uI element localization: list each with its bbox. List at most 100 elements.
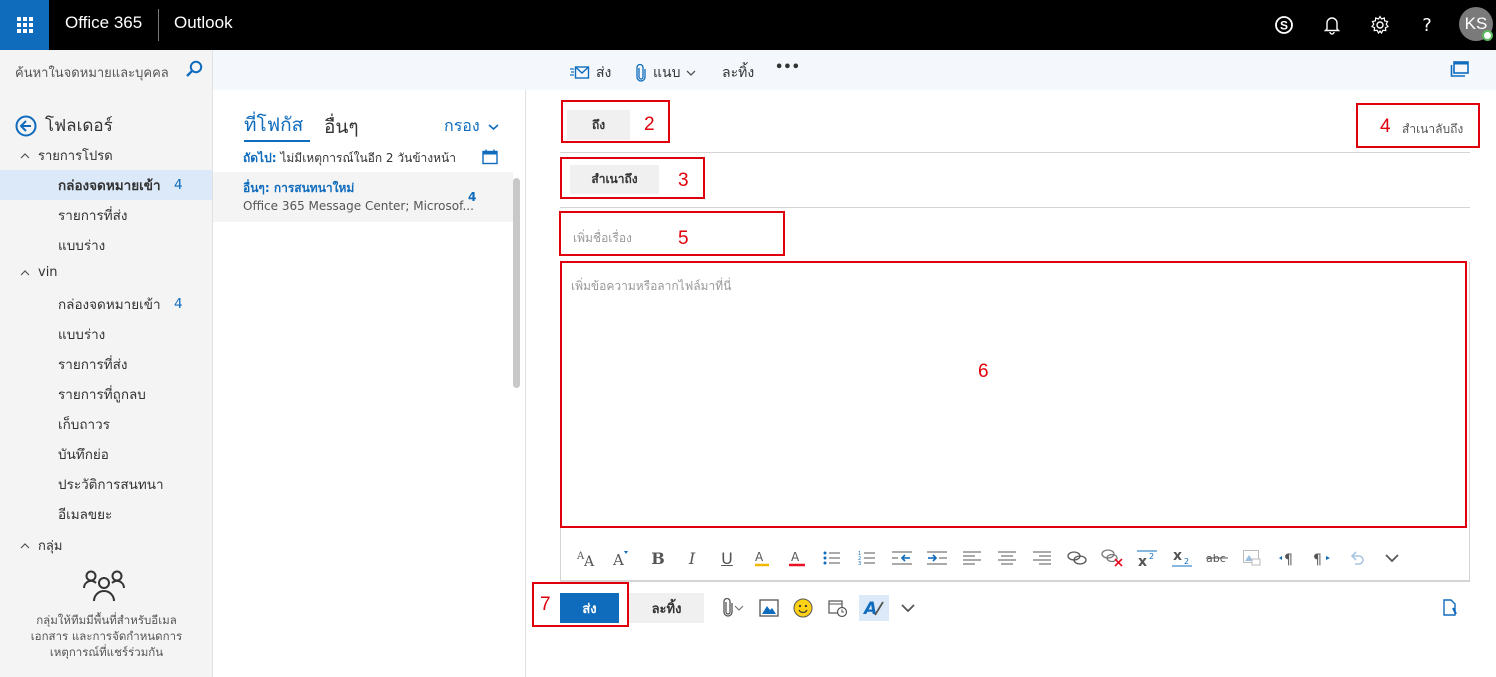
nav-item-drafts[interactable]: แบบร่าง [0,319,212,349]
nav-item-deleted[interactable]: รายการที่ถูกลบ [0,379,212,409]
nav-item-inbox[interactable]: กล่องจดหมายเข้า 4 [0,289,212,319]
paperclip-icon [636,64,646,82]
undo-icon[interactable] [1341,540,1373,576]
command-send-button[interactable]: ส่ง [570,62,611,84]
italic-icon[interactable]: I [676,540,708,576]
superscript-icon[interactable]: x2 [1131,540,1163,576]
divider [560,207,1470,208]
search-bar: ค้นหาในจดหมายและบุคคล [0,50,213,90]
svg-text:¶: ¶ [1313,552,1322,566]
nav-item-sent[interactable]: รายการที่ส่ง [0,349,212,379]
bold-icon[interactable]: B [642,540,674,576]
groups-desc-line: เอกสาร และการจัดกำหนดการ [30,629,183,643]
groups-desc-line: เหตุการณ์ที่แชร์ร่วมกัน [49,645,164,659]
font-grow-icon[interactable]: A [605,540,637,576]
discard-button[interactable]: ละทิ้ง [629,593,704,623]
attach-button[interactable] [716,595,750,621]
nav-item-favorites-drafts[interactable]: แบบร่าง [0,230,212,260]
unread-count: 4 [174,296,183,312]
bell-icon[interactable] [1319,12,1345,38]
help-icon[interactable]: ? [1414,12,1440,38]
schedule-calendar-icon[interactable] [827,595,849,621]
font-size-icon[interactable]: AA [571,540,603,576]
app-name[interactable]: Outlook [174,13,233,33]
message-count: 4 [468,190,477,204]
message-sender: Office 365 Message Center; Microsof... [243,199,474,213]
groups-label: กลุ่ม [38,539,63,554]
filter-dropdown[interactable]: กรอง [444,114,499,139]
more-options-chevron-icon[interactable] [898,595,918,621]
annotation-box-subject [559,211,785,256]
highlight-icon[interactable]: A [746,540,778,576]
emoji-icon[interactable] [792,595,814,621]
account-group-toggle[interactable]: vin [20,265,58,280]
svg-text:S: S [1280,19,1288,33]
message-list-item[interactable]: อื่นๆ: การสนทนาใหม่ Office 365 Message C… [213,172,513,222]
document-icon[interactable] [1440,595,1460,621]
indent-icon[interactable] [921,540,953,576]
presence-status-icon [1482,30,1493,41]
command-attach-button[interactable]: แนบ [635,62,696,84]
message-subject: อื่นๆ: การสนทนาใหม่ [243,181,355,195]
command-bar [213,50,1496,90]
nav-item-label: รายการที่ถูกลบ [58,387,146,403]
annotation-box-bcc [1356,103,1480,148]
favorites-group-toggle[interactable]: รายการโปรด [20,145,113,166]
more-actions-button[interactable]: ••• [775,60,800,75]
favorites-label: รายการโปรด [38,149,113,164]
unlink-icon[interactable] [1096,540,1128,576]
strikethrough-icon[interactable]: abc [1201,540,1233,576]
search-input[interactable]: ค้นหาในจดหมายและบุคคล [15,62,169,83]
insert-picture-icon[interactable] [758,595,780,621]
chevron-up-icon [20,542,30,548]
top-bar: Office 365 Outlook S ? KS [0,0,1496,50]
divider [560,152,1470,153]
bullets-icon[interactable] [816,540,848,576]
folders-back-button[interactable]: โฟลเดอร์ [15,112,113,139]
tab-focused[interactable]: ที่โฟกัส [244,110,303,140]
align-right-icon[interactable] [1026,540,1058,576]
skype-icon[interactable]: S [1271,12,1297,38]
chevron-down-icon [687,70,696,76]
nav-item-label: กล่องจดหมายเข้า [58,297,161,313]
chevron-up-icon [20,152,30,158]
subscript-icon[interactable]: x2 [1166,540,1198,576]
calendar-icon[interactable] [482,149,498,169]
nav-item-archive[interactable]: เก็บถาวร [0,409,212,439]
nav-item-junk[interactable]: อีเมลขยะ [0,499,212,529]
command-attach-label: แนบ [653,65,681,81]
gear-icon[interactable] [1367,12,1393,38]
popout-icon[interactable] [1450,60,1470,82]
search-icon[interactable] [185,60,203,82]
align-left-icon[interactable] [956,540,988,576]
nav-item-conversation-history[interactable]: ประวัติการสนทนา [0,469,212,499]
rtl-icon[interactable]: ¶ [1306,540,1338,576]
more-chevron-icon[interactable] [1376,540,1408,576]
tab-other[interactable]: อื่นๆ [324,112,359,142]
svg-text:x: x [1138,554,1147,567]
command-discard-button[interactable]: ละทิ้ง [722,62,754,84]
svg-text:A: A [863,599,877,618]
format-toggle-icon[interactable]: A [859,595,889,621]
link-icon[interactable] [1061,540,1093,576]
waffle-icon [16,17,33,33]
groups-group-toggle[interactable]: กลุ่ม [20,535,62,556]
font-color-icon[interactable]: A [781,540,813,576]
app-launcher-button[interactable] [0,0,49,50]
ltr-icon[interactable]: ¶ [1271,540,1303,576]
suite-name[interactable]: Office 365 [65,13,142,33]
annotation-number: 3 [678,170,689,191]
align-center-icon[interactable] [991,540,1023,576]
nav-item-favorites-inbox[interactable]: กล่องจดหมายเข้า 4 [0,170,212,200]
annotation-number: 2 [644,114,655,135]
numbering-icon[interactable]: 123 [851,540,883,576]
groups-desc-line: กลุ่มให้ทีมมีพื้นที่สำหรับอีเมล [36,613,177,627]
message-list-scrollbar[interactable] [513,178,520,388]
nav-item-notes[interactable]: บันทึกย่อ [0,439,212,469]
svg-text:2: 2 [1149,552,1154,561]
underline-icon[interactable]: U [711,540,743,576]
svg-text:A: A [791,550,800,564]
image-inline-icon[interactable] [1236,540,1268,576]
outdent-icon[interactable] [886,540,918,576]
nav-item-favorites-sent[interactable]: รายการที่ส่ง [0,200,212,230]
